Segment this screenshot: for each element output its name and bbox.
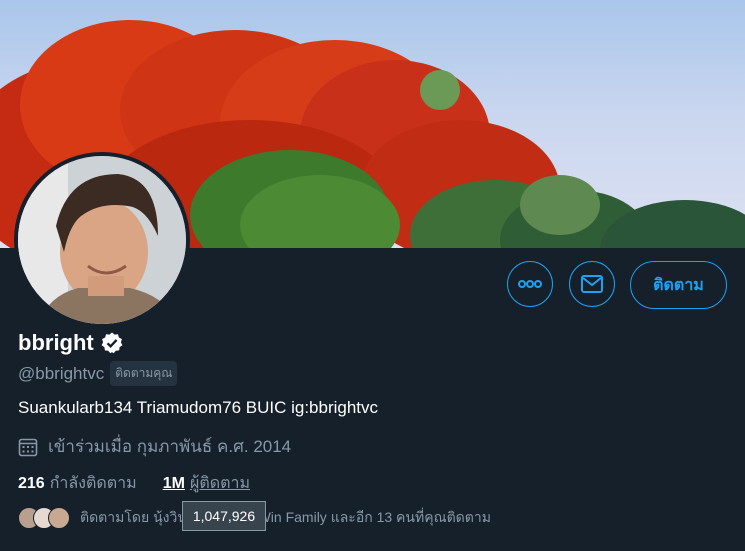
following-count: 216 [18, 475, 45, 492]
followed-by-avatars [18, 507, 70, 529]
display-name-row: bbright [18, 330, 124, 356]
verified-badge-icon [100, 331, 124, 355]
avatar[interactable] [14, 152, 190, 328]
envelope-icon [581, 275, 603, 293]
display-name: bbright [18, 330, 94, 355]
follows-you-badge: ติดตามคุณ [110, 361, 178, 386]
follower-count-tooltip: 1,047,926 [182, 501, 266, 531]
followers-count: 1M [162, 475, 185, 492]
joined-date: เข้าร่วมเมื่อ กุมภาพันธ์ ค.ศ. 2014 [48, 437, 292, 456]
more-options-button[interactable] [507, 261, 553, 307]
handle: @bbrightvc [18, 363, 105, 383]
handle-row: @bbrightvc ติดตามคุณ [18, 361, 178, 386]
bio-text: Suankularb134 Triamudom76 BUIC ig:bbrigh… [18, 398, 379, 417]
joined-date-row: เข้าร่วมเมื่อ กุมภาพันธ์ ค.ศ. 2014 [18, 433, 291, 460]
mini-avatar [48, 507, 70, 529]
followers-label: ผู้ติดตาม [189, 475, 251, 492]
following-label: กำลังติดตาม [49, 475, 137, 492]
followers-link[interactable]: 1M ผู้ติดตาม [163, 471, 250, 496]
more-dots-icon [518, 280, 542, 288]
follow-button[interactable]: ติดตาม [630, 261, 727, 309]
avatar-photo [18, 156, 186, 324]
message-button[interactable] [569, 261, 615, 307]
followed-by-text: ติดตามโดย นุ้งวิน ₍ ... ₎ BrightWin Fami… [80, 509, 491, 525]
follow-stats: 216 กำลังติดตาม 1M ผู้ติดตาม [18, 471, 250, 496]
calendar-icon [18, 438, 38, 456]
following-link[interactable]: 216 กำลังติดตาม [18, 471, 137, 496]
